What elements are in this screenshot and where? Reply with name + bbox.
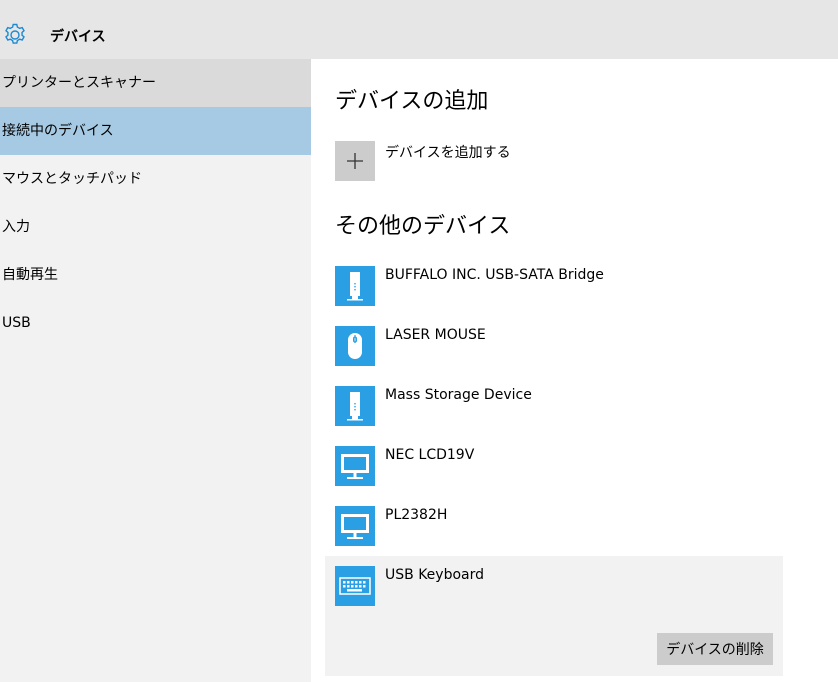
header: デバイス	[0, 0, 838, 59]
sidebar-item-autoplay[interactable]: 自動再生	[0, 251, 311, 299]
sidebar-item-label: 入力	[2, 219, 30, 235]
sidebar-item-connected-devices[interactable]: 接続中のデバイス	[0, 107, 311, 155]
monitor-icon	[335, 506, 375, 546]
keyboard-icon	[335, 566, 375, 606]
sidebar-item-label: マウスとタッチパッド	[2, 171, 142, 187]
sidebar-item-label: USB	[2, 315, 31, 331]
remove-device-button[interactable]: デバイスの削除	[657, 633, 773, 665]
mouse-icon	[335, 326, 375, 366]
sidebar-item-label: プリンターとスキャナー	[2, 75, 156, 91]
page-title: デバイス	[50, 29, 106, 45]
sidebar-item-input[interactable]: 入力	[0, 203, 311, 251]
device-item-nec-lcd19v[interactable]: NEC LCD19V	[325, 436, 783, 496]
add-device-section-title: デバイスの追加	[335, 89, 489, 114]
device-item-laser-mouse[interactable]: LASER MOUSE	[325, 316, 783, 376]
device-name: PL2382H	[385, 507, 448, 523]
storage-device-icon	[335, 266, 375, 306]
device-name: Mass Storage Device	[385, 387, 532, 403]
sidebar-item-usb[interactable]: USB	[0, 299, 311, 347]
device-item-mass-storage[interactable]: Mass Storage Device	[325, 376, 783, 436]
gear-icon[interactable]	[2, 22, 28, 48]
sidebar-item-label: 自動再生	[2, 267, 58, 283]
sidebar-item-printers-scanners[interactable]: プリンターとスキャナー	[0, 59, 311, 107]
device-name: USB Keyboard	[385, 567, 484, 583]
monitor-icon	[335, 446, 375, 486]
plus-icon	[335, 141, 375, 181]
sidebar-item-mouse-touchpad[interactable]: マウスとタッチパッド	[0, 155, 311, 203]
device-item-usb-keyboard[interactable]: USB Keyboard デバイスの削除	[325, 556, 783, 676]
other-devices-section-title: その他のデバイス	[335, 214, 511, 239]
device-name: NEC LCD19V	[385, 447, 475, 463]
device-name: LASER MOUSE	[385, 327, 486, 343]
device-item-pl2382h[interactable]: PL2382H	[325, 496, 783, 556]
device-name: BUFFALO INC. USB-SATA Bridge	[385, 267, 604, 283]
sidebar-item-label: 接続中のデバイス	[2, 123, 114, 139]
add-device-button[interactable]	[335, 141, 375, 181]
sidebar: プリンターとスキャナー 接続中のデバイス マウスとタッチパッド 入力 自動再生 …	[0, 59, 311, 682]
main-content: デバイスの追加 デバイスを追加する その他のデバイス BUFFALO INC. …	[311, 59, 838, 682]
add-device-label[interactable]: デバイスを追加する	[385, 142, 511, 162]
storage-device-icon	[335, 386, 375, 426]
device-item-buffalo[interactable]: BUFFALO INC. USB-SATA Bridge	[325, 256, 783, 316]
